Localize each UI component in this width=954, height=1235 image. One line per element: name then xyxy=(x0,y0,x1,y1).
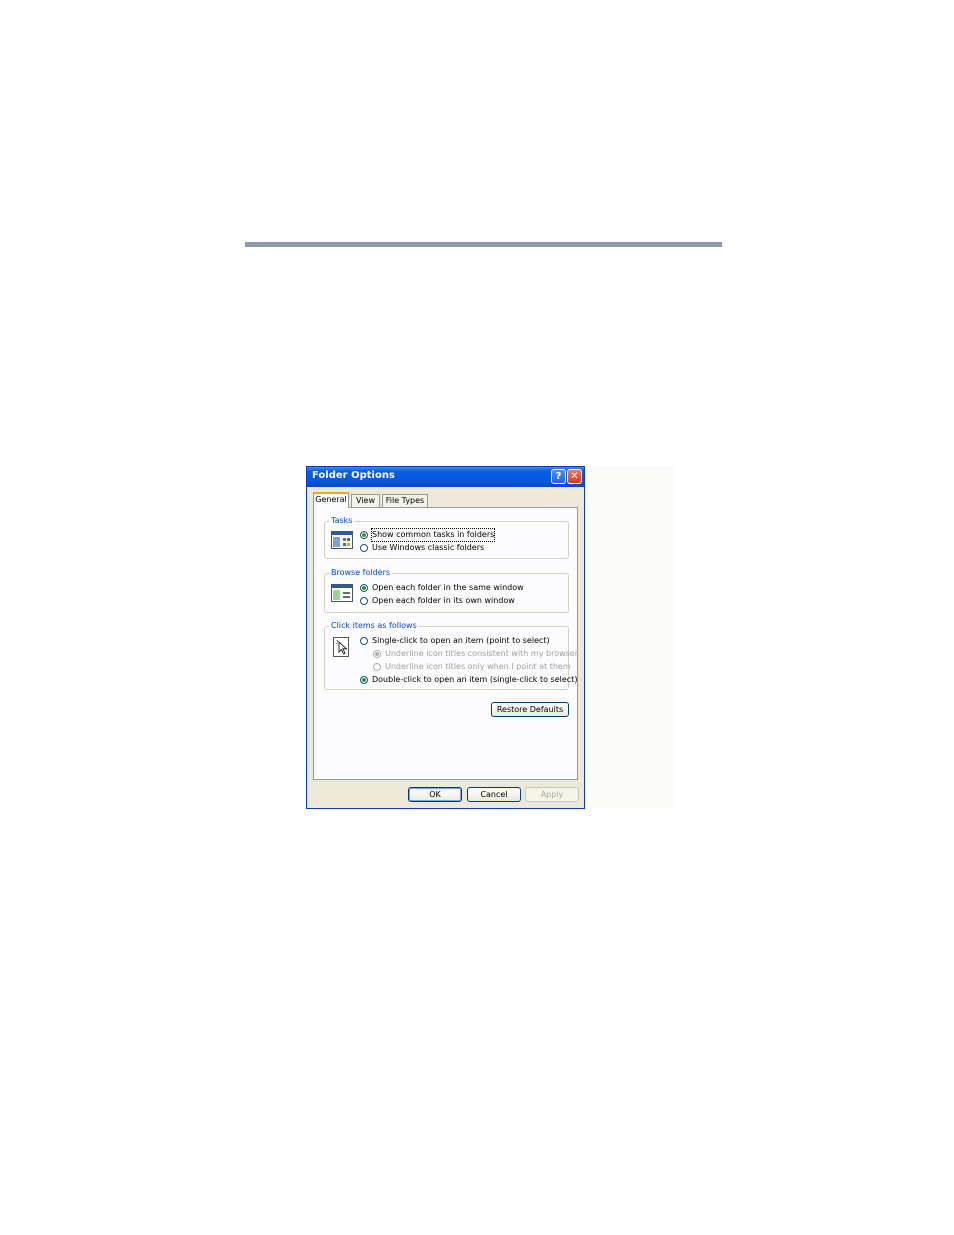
scan-shadow xyxy=(585,466,674,808)
tab-file-types[interactable]: File Types xyxy=(382,494,428,507)
page-header-rule xyxy=(245,242,722,247)
tasks-group-label: Tasks xyxy=(329,516,355,526)
help-icon[interactable]: ? xyxy=(551,469,566,484)
title-bar[interactable]: Folder Options ? ✕ xyxy=(307,467,584,487)
browse-folders-group: Browse folders Open each folder in the s… xyxy=(324,568,569,613)
ok-button[interactable]: OK xyxy=(408,787,462,802)
click-group-label: Click items as follows xyxy=(329,621,419,631)
radio-button[interactable] xyxy=(360,597,368,605)
restore-defaults-button[interactable]: Restore Defaults xyxy=(491,702,569,717)
apply-button[interactable]: Apply xyxy=(525,787,579,802)
radio-button[interactable] xyxy=(360,531,368,539)
radio-button[interactable] xyxy=(373,663,381,671)
tab-general[interactable]: General xyxy=(313,492,349,508)
general-tab-panel: Tasks Show common tasks in folders Use W… xyxy=(313,507,578,780)
close-icon[interactable]: ✕ xyxy=(567,469,582,484)
tasks-group: Tasks Show common tasks in folders Use W… xyxy=(324,516,569,559)
folder-options-dialog: Folder Options ? ✕ General View File Typ… xyxy=(306,466,585,809)
radio-button[interactable] xyxy=(360,637,368,645)
radio-button[interactable] xyxy=(360,544,368,552)
browse-group-label: Browse folders xyxy=(329,568,393,578)
folder-tasks-icon xyxy=(331,531,353,549)
radio-button[interactable] xyxy=(373,650,381,658)
radio-button[interactable] xyxy=(360,584,368,592)
tab-view[interactable]: View xyxy=(351,494,380,507)
dialog-title: Folder Options xyxy=(312,470,395,481)
browse-window-icon xyxy=(331,584,353,602)
click-items-group: Click items as follows Single-click to o… xyxy=(324,621,578,690)
cancel-button[interactable]: Cancel xyxy=(467,787,521,802)
pointer-click-icon xyxy=(333,637,349,657)
radio-button[interactable] xyxy=(360,676,368,684)
